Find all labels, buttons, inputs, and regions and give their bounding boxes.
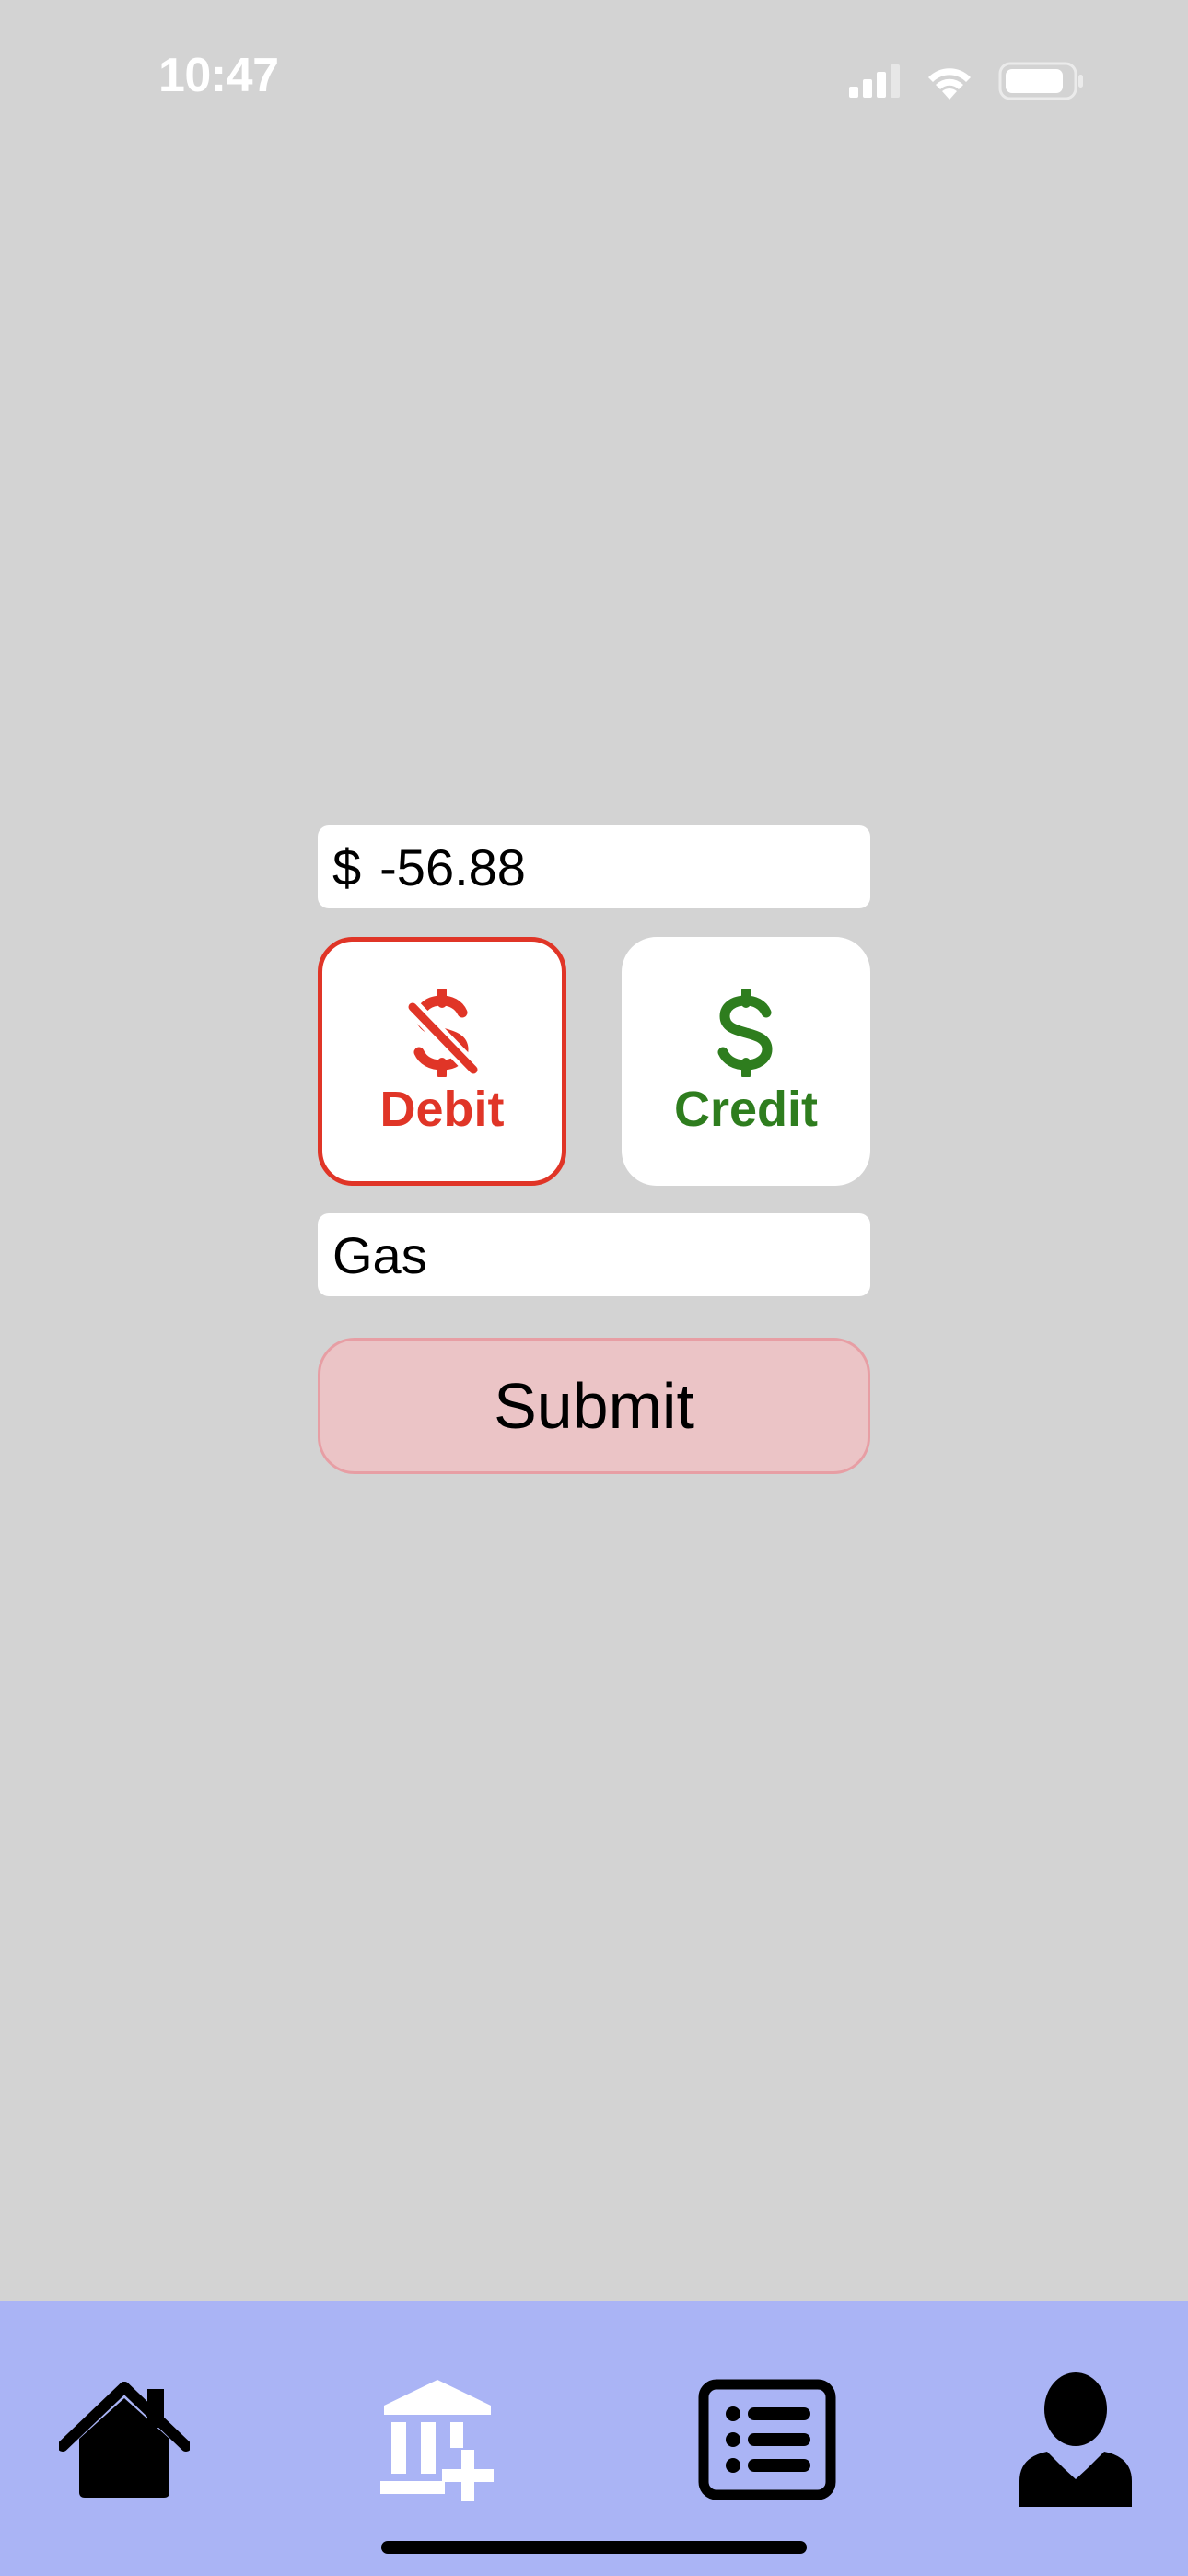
credit-label: Credit bbox=[673, 1082, 818, 1137]
amount-value: -56.88 bbox=[379, 837, 526, 896]
wifi-icon bbox=[928, 68, 971, 100]
status-bar: 10:47 bbox=[0, 0, 1188, 157]
tab-add-account[interactable] bbox=[373, 2375, 511, 2504]
description-input[interactable]: Gas bbox=[318, 1213, 870, 1296]
dollar-icon bbox=[717, 989, 773, 1077]
currency-prefix: $ bbox=[332, 837, 362, 896]
description-value: Gas bbox=[332, 1225, 427, 1284]
submit-button[interactable]: Submit bbox=[318, 1338, 870, 1474]
status-icons bbox=[849, 57, 1085, 105]
tab-home[interactable] bbox=[55, 2375, 193, 2504]
person-icon bbox=[1019, 2372, 1132, 2507]
house-icon bbox=[59, 2382, 190, 2498]
amount-input[interactable]: $ -56.88 bbox=[318, 825, 870, 908]
tab-transactions[interactable] bbox=[698, 2375, 836, 2504]
debit-label: Debit bbox=[379, 1082, 505, 1137]
debit-button[interactable]: Debit bbox=[318, 937, 566, 1186]
credit-button[interactable]: Credit bbox=[622, 937, 870, 1186]
dollar-slash-icon bbox=[405, 989, 479, 1077]
status-time: 10:47 bbox=[158, 49, 279, 102]
tab-bar bbox=[0, 2301, 1188, 2576]
cellular-signal-icon bbox=[849, 64, 900, 98]
battery-icon bbox=[998, 62, 1083, 100]
home-indicator bbox=[381, 2541, 807, 2554]
tab-profile[interactable] bbox=[1007, 2372, 1145, 2507]
list-icon bbox=[698, 2379, 836, 2500]
bank-plus-icon bbox=[380, 2380, 494, 2501]
